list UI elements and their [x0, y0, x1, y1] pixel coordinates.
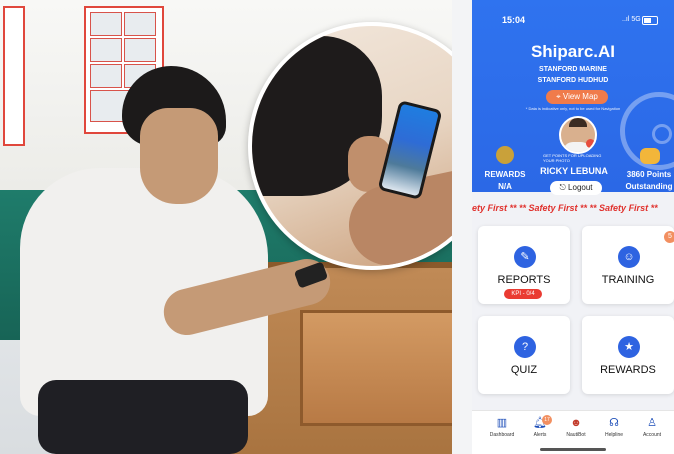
quiz-label: QUIZ — [510, 364, 538, 376]
rewards-card-label: REWARDS — [600, 364, 656, 376]
navigation-disclaimer: * Data is indicative only, not to be use… — [525, 106, 621, 111]
rewards-summary[interactable]: REWARDS N/A — [478, 170, 532, 191]
logout-button[interactable]: ⎋ Logout — [550, 181, 602, 195]
bot-icon: ☻ — [570, 417, 582, 429]
nav-account-label: Account — [642, 432, 662, 438]
rewards-label: REWARDS — [484, 170, 526, 179]
nav-dashboard[interactable]: ▥ Dashboard — [482, 417, 522, 438]
status-time: 15:04 — [502, 15, 526, 25]
seated-crew-member — [12, 60, 336, 454]
network-indicator: ..ıl 5G — [622, 16, 641, 23]
app-header: 15:04 ..ıl 5G Shiparc.AI STANFORD MARINE… — [472, 0, 674, 195]
photo-points-hint: GET POINTS FOR UPLOADING YOUR PHOTO — [543, 153, 602, 163]
training-count-badge: 5 — [664, 231, 674, 243]
nav-dashboard-label: Dashboard — [489, 432, 515, 438]
reports-icon: ✎ — [514, 246, 536, 268]
user-icon: ♙ — [647, 417, 657, 429]
app-screen: 15:04 ..ıl 5G Shiparc.AI STANFORD MARINE… — [472, 0, 674, 454]
rewards-icon: ★ — [618, 336, 640, 358]
rewards-card[interactable]: ★ REWARDS — [582, 316, 674, 394]
wooden-box — [300, 310, 452, 426]
points-label: 3860 Points — [626, 170, 672, 179]
coins-icon — [640, 148, 660, 164]
nav-nautibot-label: NautiBot — [566, 432, 586, 438]
rewards-medal-icon — [496, 146, 514, 164]
points-sub: Outstanding — [625, 182, 673, 191]
logout-label: Logout — [568, 183, 593, 192]
training-label: TRAINING — [601, 274, 655, 286]
safety-ticker: ety First ** ** Safety First ** ** Safet… — [472, 203, 658, 213]
alerts-badge: 17 — [542, 415, 552, 425]
points-summary[interactable]: 3860 Points Outstanding — [620, 170, 674, 191]
camera-icon — [586, 139, 595, 148]
kpi-badge: KPI - 0/4 — [504, 289, 542, 299]
quiz-card[interactable]: ? QUIZ — [478, 316, 570, 394]
reports-label: REPORTS — [497, 274, 551, 286]
nav-alerts-label: Alerts — [533, 432, 547, 438]
user-name: RICKY LEBUNA — [540, 166, 608, 176]
home-indicator — [540, 448, 606, 451]
training-icon: ☺ — [618, 246, 640, 268]
crew-photo — [0, 0, 452, 454]
rewards-value: N/A — [498, 182, 512, 191]
headset-icon: ☊ — [609, 417, 619, 429]
training-card[interactable]: ☺ TRAINING 5 — [582, 226, 674, 304]
nav-alerts[interactable]: 🔔︎ 17 Alerts — [520, 415, 560, 438]
battery-icon — [642, 16, 658, 25]
vessel-name: STANFORD HUDHUD — [537, 77, 609, 84]
dashboard-icon: ▥ — [496, 417, 508, 429]
app-title: Shiparc.AI — [530, 42, 616, 61]
nav-helpline-label: Helpline — [604, 432, 624, 438]
nav-helpline[interactable]: ☊ Helpline — [594, 417, 634, 438]
reports-card[interactable]: ✎ REPORTS KPI - 0/4 — [478, 226, 570, 304]
avatar[interactable] — [559, 116, 597, 154]
view-map-button[interactable]: ⌖ View Map — [546, 90, 608, 104]
view-map-label: View Map — [562, 92, 598, 101]
nav-nautibot[interactable]: ☻ NautiBot — [556, 417, 596, 438]
quiz-icon: ? — [514, 336, 536, 358]
nav-account[interactable]: ♙ Account — [632, 417, 672, 438]
company-name: STANFORD MARINE — [539, 66, 607, 73]
status-bar: 15:04 ..ıl 5G — [472, 0, 674, 28]
